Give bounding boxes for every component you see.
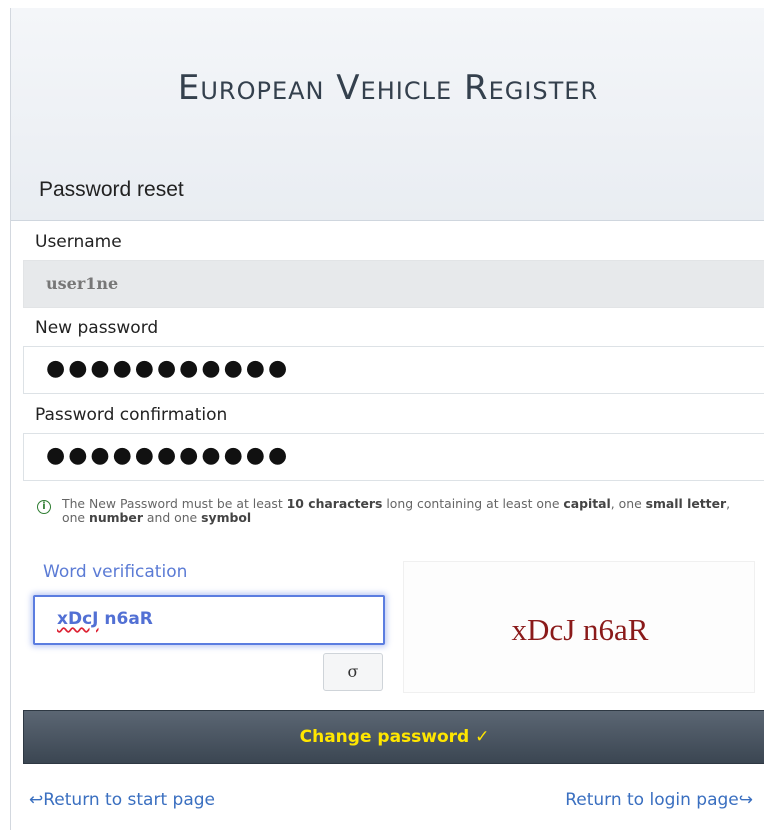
- refresh-captcha-button[interactable]: σ: [323, 653, 383, 691]
- captcha-text: xDcJ n6aR: [511, 612, 649, 647]
- password-requirements-text: The New Password must be at least 10 cha…: [62, 496, 731, 525]
- word-verification-label: Word verification: [43, 562, 188, 582]
- new-password-field[interactable]: ●●●●●●●●●●●: [23, 346, 764, 394]
- password-reset-page: European Vehicle Register Password reset…: [10, 8, 764, 830]
- username-field: user1ne: [23, 260, 764, 308]
- word-verification-input[interactable]: xDcJ n6aR: [33, 595, 385, 645]
- password-confirmation-value: ●●●●●●●●●●●: [46, 443, 291, 468]
- word-verification-value: xDcJ n6aR: [57, 609, 153, 629]
- change-password-button[interactable]: Change password ✓: [23, 710, 764, 764]
- new-password-value: ●●●●●●●●●●●: [46, 356, 291, 381]
- captcha-image: xDcJ n6aR: [403, 561, 755, 693]
- refresh-icon: σ: [347, 662, 359, 681]
- new-password-label: New password: [35, 318, 159, 338]
- return-to-start-link[interactable]: ↩Return to start page: [29, 790, 215, 810]
- page-header: European Vehicle Register Password reset: [11, 8, 764, 221]
- return-to-login-link[interactable]: Return to login page↪: [565, 790, 753, 810]
- password-confirmation-field[interactable]: ●●●●●●●●●●●: [23, 433, 764, 481]
- username-label: Username: [35, 232, 122, 252]
- info-circle-icon: i: [37, 500, 51, 514]
- site-title: European Vehicle Register: [177, 68, 599, 108]
- form-title: Password reset: [39, 178, 184, 201]
- password-confirmation-label: Password confirmation: [35, 405, 228, 425]
